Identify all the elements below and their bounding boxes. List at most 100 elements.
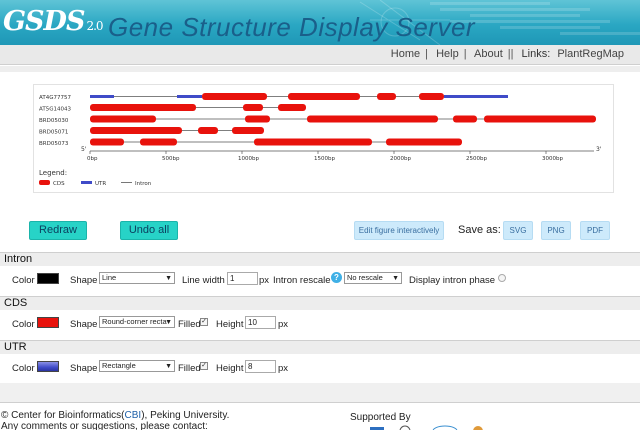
page-footer: © Center for Bioinformatics(CBI), Peking… bbox=[0, 402, 640, 430]
utr-options: Color Shape Rectangle ▼ Filled ✓ Height 8… bbox=[0, 354, 640, 381]
nav-help-link[interactable]: Help bbox=[436, 48, 459, 60]
legend-utr-swatch bbox=[81, 181, 92, 184]
sponsor-logos bbox=[370, 425, 483, 430]
gene-name: BRD05071 bbox=[39, 130, 68, 136]
cds-block bbox=[254, 138, 372, 146]
nav-links-label: Links: bbox=[521, 48, 551, 60]
utr-block bbox=[90, 95, 114, 98]
cds-block bbox=[198, 127, 218, 134]
scale-bar: 5' 3' 0bp 500bp 1000bp 1500bp 2000bp 250… bbox=[81, 146, 602, 162]
cds-options: Color Shape Round-corner recta ▼ Filled ✓… bbox=[0, 310, 640, 337]
intron-phase-checkbox[interactable] bbox=[498, 274, 506, 282]
utr-shape-label: Shape bbox=[70, 363, 98, 374]
cds-block bbox=[90, 104, 196, 111]
edit-figure-button[interactable]: Edit figure interactively bbox=[354, 221, 444, 240]
utr-section-heading: UTR bbox=[0, 340, 640, 355]
help-icon[interactable]: ? bbox=[331, 272, 342, 283]
cds-filled-checkbox[interactable]: ✓ bbox=[200, 318, 208, 326]
legend-label: UTR bbox=[95, 181, 106, 187]
five-prime-label: 5' bbox=[81, 146, 87, 153]
cds-shape-select[interactable]: Round-corner recta ▼ bbox=[99, 316, 175, 328]
intron-shape-label: Shape bbox=[70, 275, 98, 286]
intron-shape-select[interactable]: Line ▼ bbox=[99, 272, 175, 284]
gene-name: BRD05030 bbox=[39, 118, 69, 124]
gene-track[interactable] bbox=[90, 104, 306, 111]
intron-line-width-label: Line width bbox=[182, 275, 225, 286]
nav-home-link[interactable]: Home bbox=[391, 48, 420, 60]
legend-label: Intron bbox=[135, 181, 152, 187]
gsds-logo[interactable]: GSDS 2.0 bbox=[3, 6, 104, 37]
spacer-band bbox=[0, 66, 640, 72]
utr-filled-label: Filled bbox=[178, 363, 201, 374]
cds-block bbox=[419, 93, 444, 100]
footer-copyright: © Center for Bioinformatics(CBI), Peking… bbox=[1, 410, 230, 421]
utr-shape-select[interactable]: Rectangle ▼ bbox=[99, 360, 175, 372]
scale-tick-label: 500bp bbox=[162, 156, 180, 162]
save-svg-button[interactable]: SVG bbox=[503, 221, 533, 240]
intron-rescale-select[interactable]: No rescale ▼ bbox=[344, 272, 402, 284]
scale-tick-label: 1000bp bbox=[238, 156, 259, 162]
utr-filled-checkbox[interactable]: ✓ bbox=[200, 362, 208, 370]
gene-structure-svg: AT4G77757 AT5G14043 BRD05030 BRD05071 BR… bbox=[39, 93, 602, 187]
scale-tick-label: 2500bp bbox=[466, 156, 487, 162]
cds-block bbox=[245, 115, 270, 123]
intron-color-label: Color bbox=[12, 275, 35, 286]
save-png-button[interactable]: PNG bbox=[541, 221, 571, 240]
cds-block bbox=[90, 138, 124, 146]
cds-block bbox=[232, 127, 264, 134]
figure-legend: Legend: CDS UTR Intron bbox=[39, 169, 152, 187]
cds-color-label: Color bbox=[12, 319, 35, 330]
gene-name: BRD05073 bbox=[39, 141, 69, 147]
top-nav: Home | Help | About || Links: PlantRegMap bbox=[0, 45, 640, 65]
chevron-down-icon: ▼ bbox=[165, 319, 172, 326]
intron-options: Color Shape Line ▼ Line width 1 px Intron… bbox=[0, 266, 640, 293]
cds-shape-label: Shape bbox=[70, 319, 98, 330]
intron-color-picker[interactable] bbox=[37, 273, 59, 284]
gene-track[interactable] bbox=[90, 138, 462, 146]
gene-structure-figure: AT4G77757 AT5G14043 BRD05030 BRD05071 BR… bbox=[33, 84, 614, 193]
cbi-link[interactable]: CBI bbox=[125, 410, 142, 421]
cds-block bbox=[278, 104, 306, 111]
cds-block bbox=[307, 115, 438, 123]
gene-name: AT5G14043 bbox=[39, 107, 71, 113]
footer-contact: Any comments or suggestions, please cont… bbox=[1, 421, 208, 430]
chevron-down-icon: ▼ bbox=[392, 275, 399, 282]
nav-about-link[interactable]: About bbox=[474, 48, 503, 60]
utr-height-input[interactable]: 8 bbox=[245, 360, 276, 373]
cds-block bbox=[453, 115, 477, 123]
intron-rescale-label: Intron rescale bbox=[273, 275, 331, 286]
cds-filled-label: Filled bbox=[178, 319, 201, 330]
gene-track[interactable] bbox=[90, 127, 264, 134]
cds-block bbox=[484, 115, 596, 123]
save-pdf-button[interactable]: PDF bbox=[580, 221, 610, 240]
legend-title: Legend: bbox=[39, 169, 67, 177]
cds-block bbox=[90, 127, 182, 134]
utr-color-picker[interactable] bbox=[37, 361, 59, 372]
intron-line-width-input[interactable]: 1 bbox=[227, 272, 258, 285]
supported-by-label: Supported By bbox=[350, 412, 411, 423]
gene-track[interactable] bbox=[90, 93, 508, 100]
cds-section-heading: CDS bbox=[0, 296, 640, 311]
cds-height-input[interactable]: 10 bbox=[245, 316, 276, 329]
nav-plantregmap-link[interactable]: PlantRegMap bbox=[557, 48, 624, 60]
site-title: Gene Structure Display Server bbox=[108, 12, 476, 42]
intron-section-heading: Intron bbox=[0, 252, 640, 267]
px-unit-label: px bbox=[259, 275, 270, 286]
gene-track[interactable] bbox=[90, 115, 596, 123]
scale-tick-label: 3000bp bbox=[542, 156, 563, 162]
px-unit-label: px bbox=[278, 363, 289, 374]
utr-block bbox=[177, 95, 202, 98]
cds-color-picker[interactable] bbox=[37, 317, 59, 328]
undo-all-button[interactable]: Undo all bbox=[120, 221, 178, 240]
redraw-button[interactable]: Redraw bbox=[29, 221, 87, 240]
gene-name: AT4G77757 bbox=[39, 95, 71, 101]
legend-cds-swatch bbox=[39, 180, 50, 185]
site-header: GSDS 2.0 Gene Structure Display Server bbox=[0, 0, 640, 45]
chevron-down-icon: ▼ bbox=[165, 363, 172, 370]
scale-tick-label: 2000bp bbox=[390, 156, 411, 162]
utr-color-label: Color bbox=[12, 363, 35, 374]
scale-tick-label: 0bp bbox=[87, 156, 98, 162]
px-unit-label: px bbox=[278, 319, 289, 330]
cds-block bbox=[243, 104, 263, 111]
utr-height-label: Height bbox=[216, 363, 244, 374]
